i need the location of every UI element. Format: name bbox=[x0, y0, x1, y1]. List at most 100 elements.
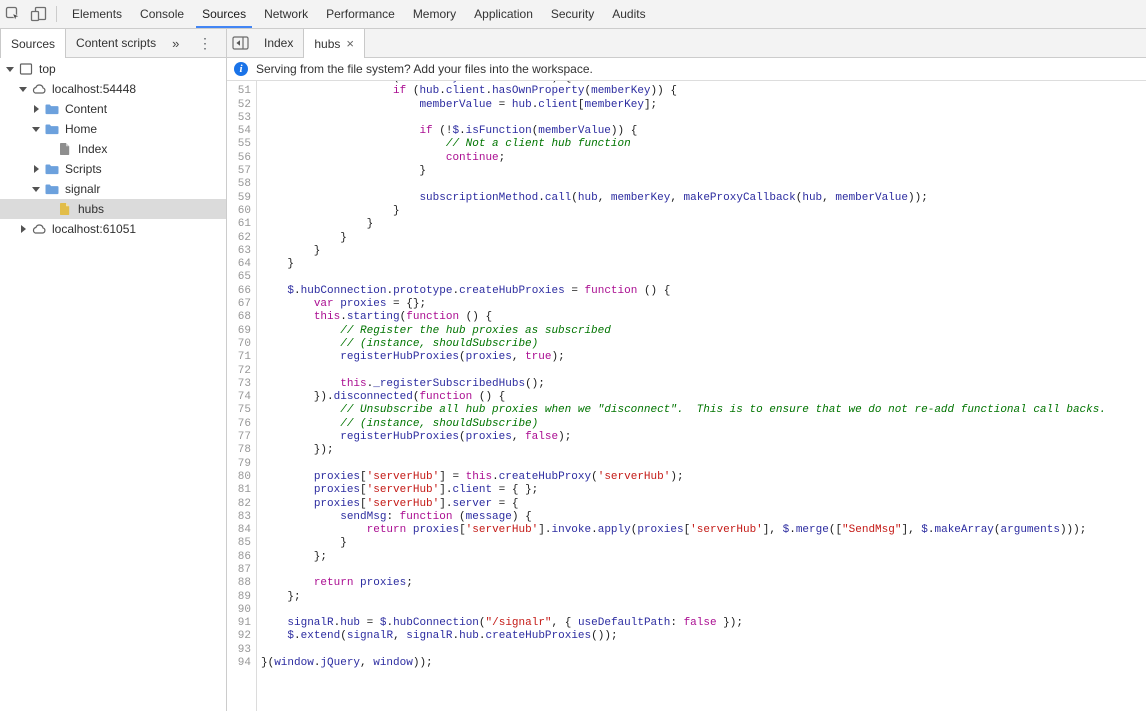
code-line[interactable]: 57 } bbox=[227, 165, 1146, 178]
line-number[interactable]: 53 bbox=[227, 112, 256, 125]
code-line[interactable]: 83 sendMsg: function (message) { bbox=[227, 511, 1146, 524]
code-text[interactable]: this.starting(function () { bbox=[261, 311, 492, 324]
tree-item-hubs[interactable]: hubs bbox=[0, 199, 226, 219]
navigator-tab-sources[interactable]: Sources bbox=[0, 29, 67, 58]
line-number[interactable]: 79 bbox=[227, 458, 256, 471]
code-line[interactable]: 86 }; bbox=[227, 551, 1146, 564]
line-number[interactable]: 65 bbox=[227, 271, 256, 284]
line-number[interactable]: 56 bbox=[227, 152, 256, 165]
code-line[interactable]: 89 }; bbox=[227, 591, 1146, 604]
panel-tab-performance[interactable]: Performance bbox=[317, 0, 404, 28]
line-number[interactable]: 52 bbox=[227, 99, 256, 112]
code-text[interactable]: registerHubProxies(proxies, true); bbox=[261, 351, 564, 364]
code-line[interactable]: 62 } bbox=[227, 232, 1146, 245]
code-text[interactable] bbox=[261, 178, 268, 191]
code-text[interactable]: } bbox=[261, 218, 374, 231]
panel-tab-sources[interactable]: Sources bbox=[193, 0, 255, 28]
code-line[interactable]: 58 bbox=[227, 178, 1146, 191]
line-number[interactable]: 51 bbox=[227, 85, 256, 98]
line-number[interactable]: 89 bbox=[227, 591, 256, 604]
code-line[interactable]: 70 // (instance, shouldSubscribe) bbox=[227, 338, 1146, 351]
code-text[interactable]: this._registerSubscribedHubs(); bbox=[261, 378, 545, 391]
tree-item-scripts[interactable]: Scripts bbox=[0, 159, 226, 179]
panel-tab-elements[interactable]: Elements bbox=[63, 0, 131, 28]
tree-expanded-arrow-icon[interactable] bbox=[30, 183, 42, 195]
code-line[interactable]: 64 } bbox=[227, 258, 1146, 271]
tree-expanded-arrow-icon[interactable] bbox=[30, 123, 42, 135]
line-number[interactable]: 90 bbox=[227, 604, 256, 617]
code-line[interactable]: 56 continue; bbox=[227, 152, 1146, 165]
code-text[interactable]: }); bbox=[261, 444, 334, 457]
line-number[interactable]: 93 bbox=[227, 644, 256, 657]
panel-tab-memory[interactable]: Memory bbox=[404, 0, 465, 28]
code-line[interactable]: 54 if (!$.isFunction(memberValue)) { bbox=[227, 125, 1146, 138]
line-number[interactable]: 61 bbox=[227, 218, 256, 231]
hide-navigator-icon[interactable] bbox=[227, 29, 254, 57]
line-number[interactable]: 84 bbox=[227, 524, 256, 537]
navigator-menu-icon[interactable]: ⋮ bbox=[198, 29, 212, 57]
line-number[interactable]: 91 bbox=[227, 617, 256, 630]
more-tabs-chevron-icon[interactable]: » bbox=[166, 29, 185, 57]
editor-tab-index[interactable]: Index bbox=[254, 29, 303, 57]
code-text[interactable] bbox=[261, 365, 268, 378]
code-text[interactable]: } bbox=[261, 232, 347, 245]
code-text[interactable]: } bbox=[261, 165, 426, 178]
inspect-icon[interactable] bbox=[0, 0, 26, 28]
code-text[interactable]: return proxies['serverHub'].invoke.apply… bbox=[261, 524, 1087, 537]
code-text[interactable] bbox=[261, 604, 268, 617]
tree-item-content[interactable]: Content bbox=[0, 99, 226, 119]
code-line[interactable]: 78 }); bbox=[227, 444, 1146, 457]
panel-tab-security[interactable]: Security bbox=[542, 0, 603, 28]
code-line[interactable]: 51 if (hub.client.hasOwnProperty(memberK… bbox=[227, 85, 1146, 98]
code-text[interactable]: // Register the hub proxies as subscribe… bbox=[261, 325, 611, 338]
code-line[interactable]: 75 // Unsubscribe all hub proxies when w… bbox=[227, 404, 1146, 417]
code-line[interactable]: 69 // Register the hub proxies as subscr… bbox=[227, 325, 1146, 338]
code-line[interactable]: 88 return proxies; bbox=[227, 577, 1146, 590]
line-number[interactable]: 94 bbox=[227, 657, 256, 670]
code-text[interactable] bbox=[261, 271, 268, 284]
code-line[interactable]: 71 registerHubProxies(proxies, true); bbox=[227, 351, 1146, 364]
line-number[interactable]: 87 bbox=[227, 564, 256, 577]
line-number[interactable]: 60 bbox=[227, 205, 256, 218]
code-text[interactable]: // (instance, shouldSubscribe) bbox=[261, 418, 538, 431]
code-line[interactable]: 66 $.hubConnection.prototype.createHubPr… bbox=[227, 285, 1146, 298]
code-text[interactable]: // (instance, shouldSubscribe) bbox=[261, 338, 538, 351]
code-line[interactable]: 76 // (instance, shouldSubscribe) bbox=[227, 418, 1146, 431]
code-line[interactable]: 92 $.extend(signalR, signalR.hub.createH… bbox=[227, 630, 1146, 643]
tree-item-top[interactable]: top bbox=[0, 59, 226, 79]
code-line[interactable]: 53 bbox=[227, 112, 1146, 125]
panel-tab-console[interactable]: Console bbox=[131, 0, 193, 28]
code-text[interactable]: proxies['serverHub'] = this.createHubPro… bbox=[261, 471, 690, 484]
line-number[interactable]: 67 bbox=[227, 298, 256, 311]
line-number[interactable]: 64 bbox=[227, 258, 256, 271]
code-text[interactable]: }; bbox=[261, 591, 300, 604]
line-number[interactable]: 88 bbox=[227, 577, 256, 590]
line-number[interactable]: 81 bbox=[227, 484, 256, 497]
line-number[interactable]: 85 bbox=[227, 537, 256, 550]
tree-item-localhost-54448[interactable]: localhost:54448 bbox=[0, 79, 226, 99]
code-text[interactable]: } bbox=[261, 205, 400, 218]
code-text[interactable] bbox=[261, 644, 268, 657]
code-text[interactable]: $.extend(signalR, signalR.hub.createHubP… bbox=[261, 630, 617, 643]
code-line[interactable]: 67 var proxies = {}; bbox=[227, 298, 1146, 311]
code-line[interactable]: 61 } bbox=[227, 218, 1146, 231]
line-number[interactable]: 92 bbox=[227, 630, 256, 643]
line-number[interactable]: 66 bbox=[227, 285, 256, 298]
code-text[interactable]: $.hubConnection.prototype.createHubProxi… bbox=[261, 285, 670, 298]
line-number[interactable]: 69 bbox=[227, 325, 256, 338]
code-text[interactable]: var proxies = {}; bbox=[261, 298, 426, 311]
code-line[interactable]: 52 memberValue = hub.client[memberKey]; bbox=[227, 99, 1146, 112]
panel-tab-audits[interactable]: Audits bbox=[603, 0, 654, 28]
tree-item-index[interactable]: Index bbox=[0, 139, 226, 159]
code-text[interactable]: proxies['serverHub'].server = { bbox=[261, 498, 519, 511]
code-text[interactable]: memberValue = hub.client[memberKey]; bbox=[261, 99, 657, 112]
code-text[interactable]: // Not a client hub function bbox=[261, 138, 631, 151]
line-number[interactable]: 80 bbox=[227, 471, 256, 484]
code-line[interactable]: 94}(window.jQuery, window)); bbox=[227, 657, 1146, 670]
code-line[interactable]: 81 proxies['serverHub'].client = { }; bbox=[227, 484, 1146, 497]
code-line[interactable]: 59 subscriptionMethod.call(hub, memberKe… bbox=[227, 192, 1146, 205]
line-number[interactable]: 68 bbox=[227, 311, 256, 324]
line-number[interactable]: 78 bbox=[227, 444, 256, 457]
line-number[interactable]: 86 bbox=[227, 551, 256, 564]
panel-tab-network[interactable]: Network bbox=[255, 0, 317, 28]
